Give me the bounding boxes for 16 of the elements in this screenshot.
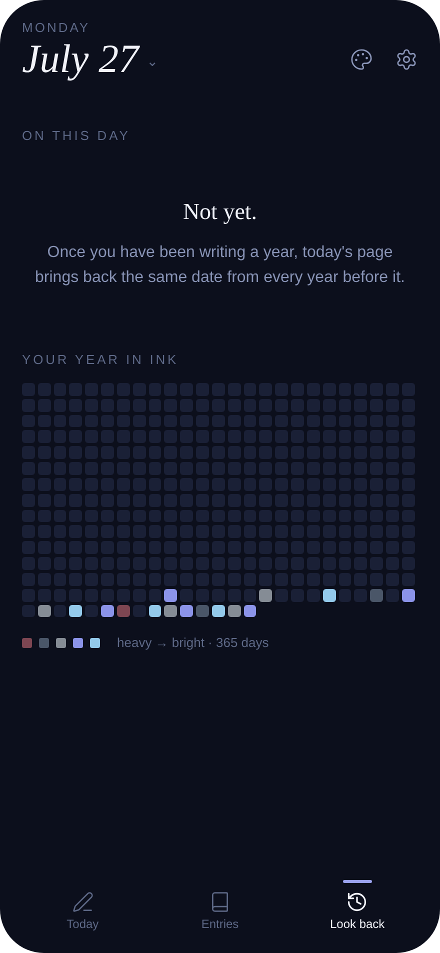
settings-button[interactable] <box>395 48 418 70</box>
legend-text: heavy → bright · 365 days <box>117 635 269 650</box>
caret-icon[interactable]: ⌄ <box>146 53 159 69</box>
date-title: July 27 <box>22 37 139 81</box>
nav-tab[interactable]: Look back <box>288 880 426 931</box>
section-heading: ON THIS DAY <box>22 128 132 143</box>
nav-tab[interactable]: Today <box>14 880 152 931</box>
pen-icon <box>72 891 94 913</box>
empty-message: Once you have been writing a year, today's page brings back the same date from every year before it. <box>34 243 406 288</box>
nav-tab[interactable]: Entries <box>151 880 289 931</box>
weekday-label: MONDAY <box>22 20 92 35</box>
active-indicator <box>342 880 372 883</box>
section-heading: YOUR YEAR IN INK <box>22 352 180 367</box>
palette-button[interactable] <box>350 48 373 70</box>
history-icon <box>346 891 368 913</box>
empty-title: Not yet. <box>182 199 258 225</box>
